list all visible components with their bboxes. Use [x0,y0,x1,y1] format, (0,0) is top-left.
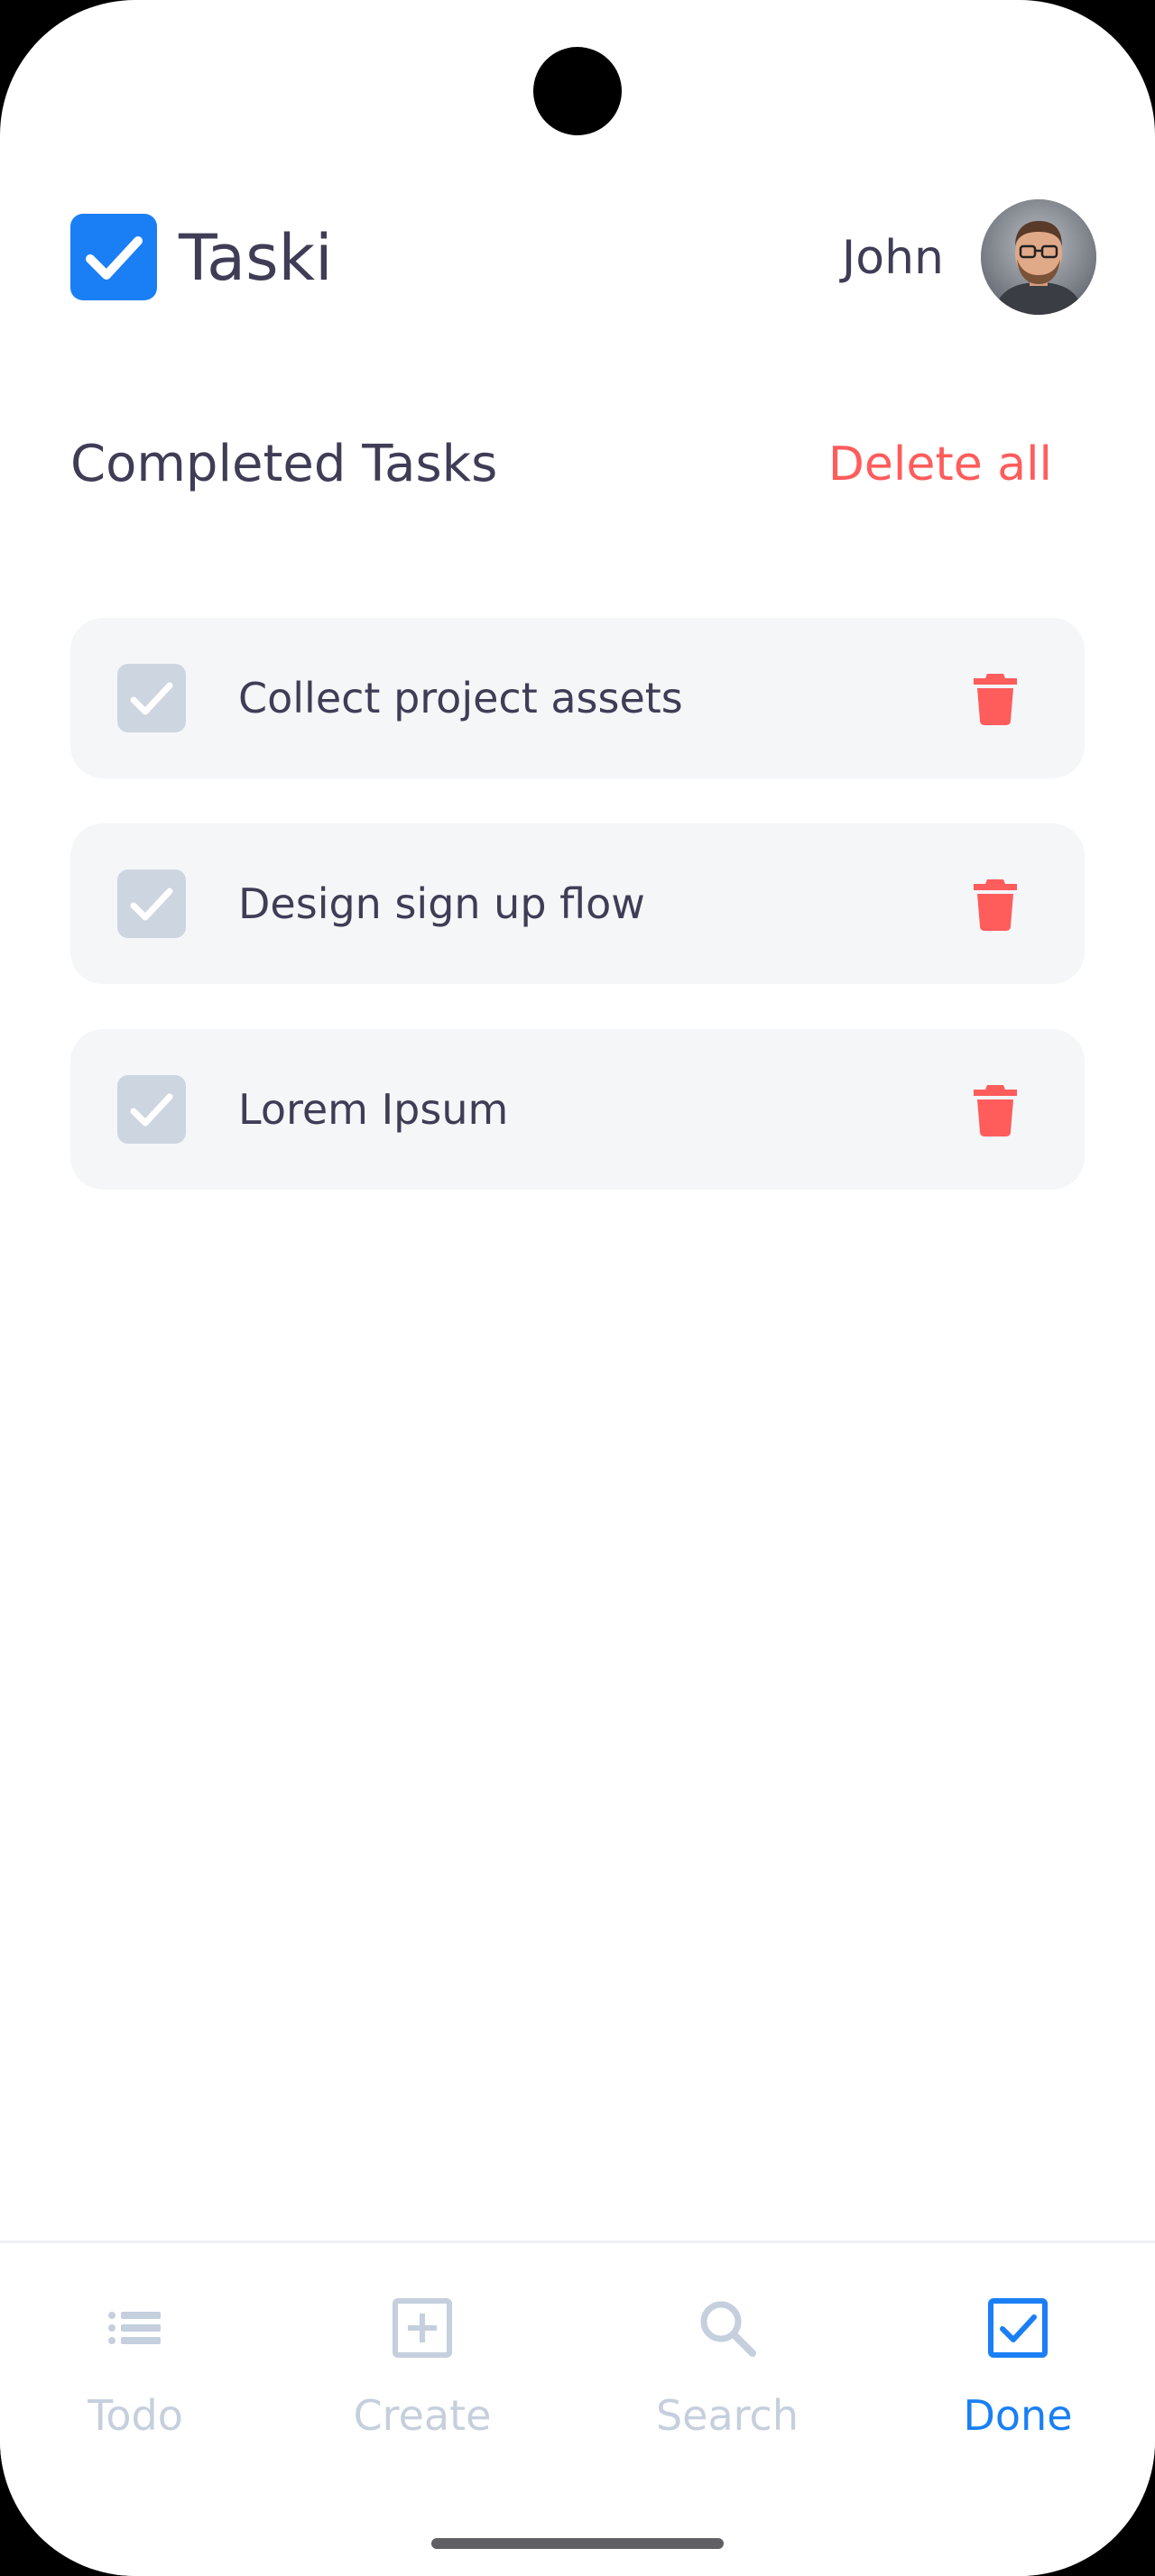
check-icon [130,1093,173,1127]
nav-done[interactable]: Done [910,2243,1126,2478]
trash-icon[interactable] [967,876,1023,932]
section-title: Completed Tasks [70,435,498,493]
task-row: Lorem Ipsum [70,1029,1085,1190]
delete-all-button[interactable]: Delete all [828,429,1052,500]
nav-search[interactable]: Search [619,2243,836,2478]
taski-logo-icon [70,214,157,300]
check-square-icon [987,2297,1049,2359]
check-icon [130,682,173,715]
check-icon [130,888,173,921]
task-label: Design sign up flow [238,879,645,928]
nav-todo[interactable]: Todo [27,2243,244,2478]
task-label: Lorem Ipsum [238,1085,509,1134]
app-title: Taski [179,221,333,295]
task-row: Collect project assets [70,618,1085,778]
task-checkbox[interactable] [117,664,186,732]
nav-label: Create [353,2391,492,2440]
task-label: Collect project assets [238,674,683,722]
task-checkbox[interactable] [117,869,186,938]
phone-screen: Taski John Completed Tasks Delete all Co… [0,0,1155,2576]
user-name: John [841,231,944,285]
front-camera [533,47,622,135]
nav-create[interactable]: Create [314,2243,531,2478]
avatar[interactable] [981,199,1096,315]
list-icon [105,2297,166,2359]
home-indicator[interactable] [431,2538,724,2549]
bottom-nav: Todo Create Search Done [0,2240,1155,2576]
completed-task-list: Collect project assets Design sign up fl… [70,618,1085,1235]
task-row: Design sign up flow [70,823,1085,984]
task-checkbox[interactable] [117,1075,186,1144]
trash-icon[interactable] [967,1081,1023,1137]
plus-square-icon [392,2297,453,2359]
nav-label: Search [655,2391,799,2440]
nav-label: Done [963,2391,1073,2440]
trash-icon[interactable] [967,670,1023,726]
search-icon [697,2297,758,2359]
nav-label: Todo [88,2391,183,2440]
